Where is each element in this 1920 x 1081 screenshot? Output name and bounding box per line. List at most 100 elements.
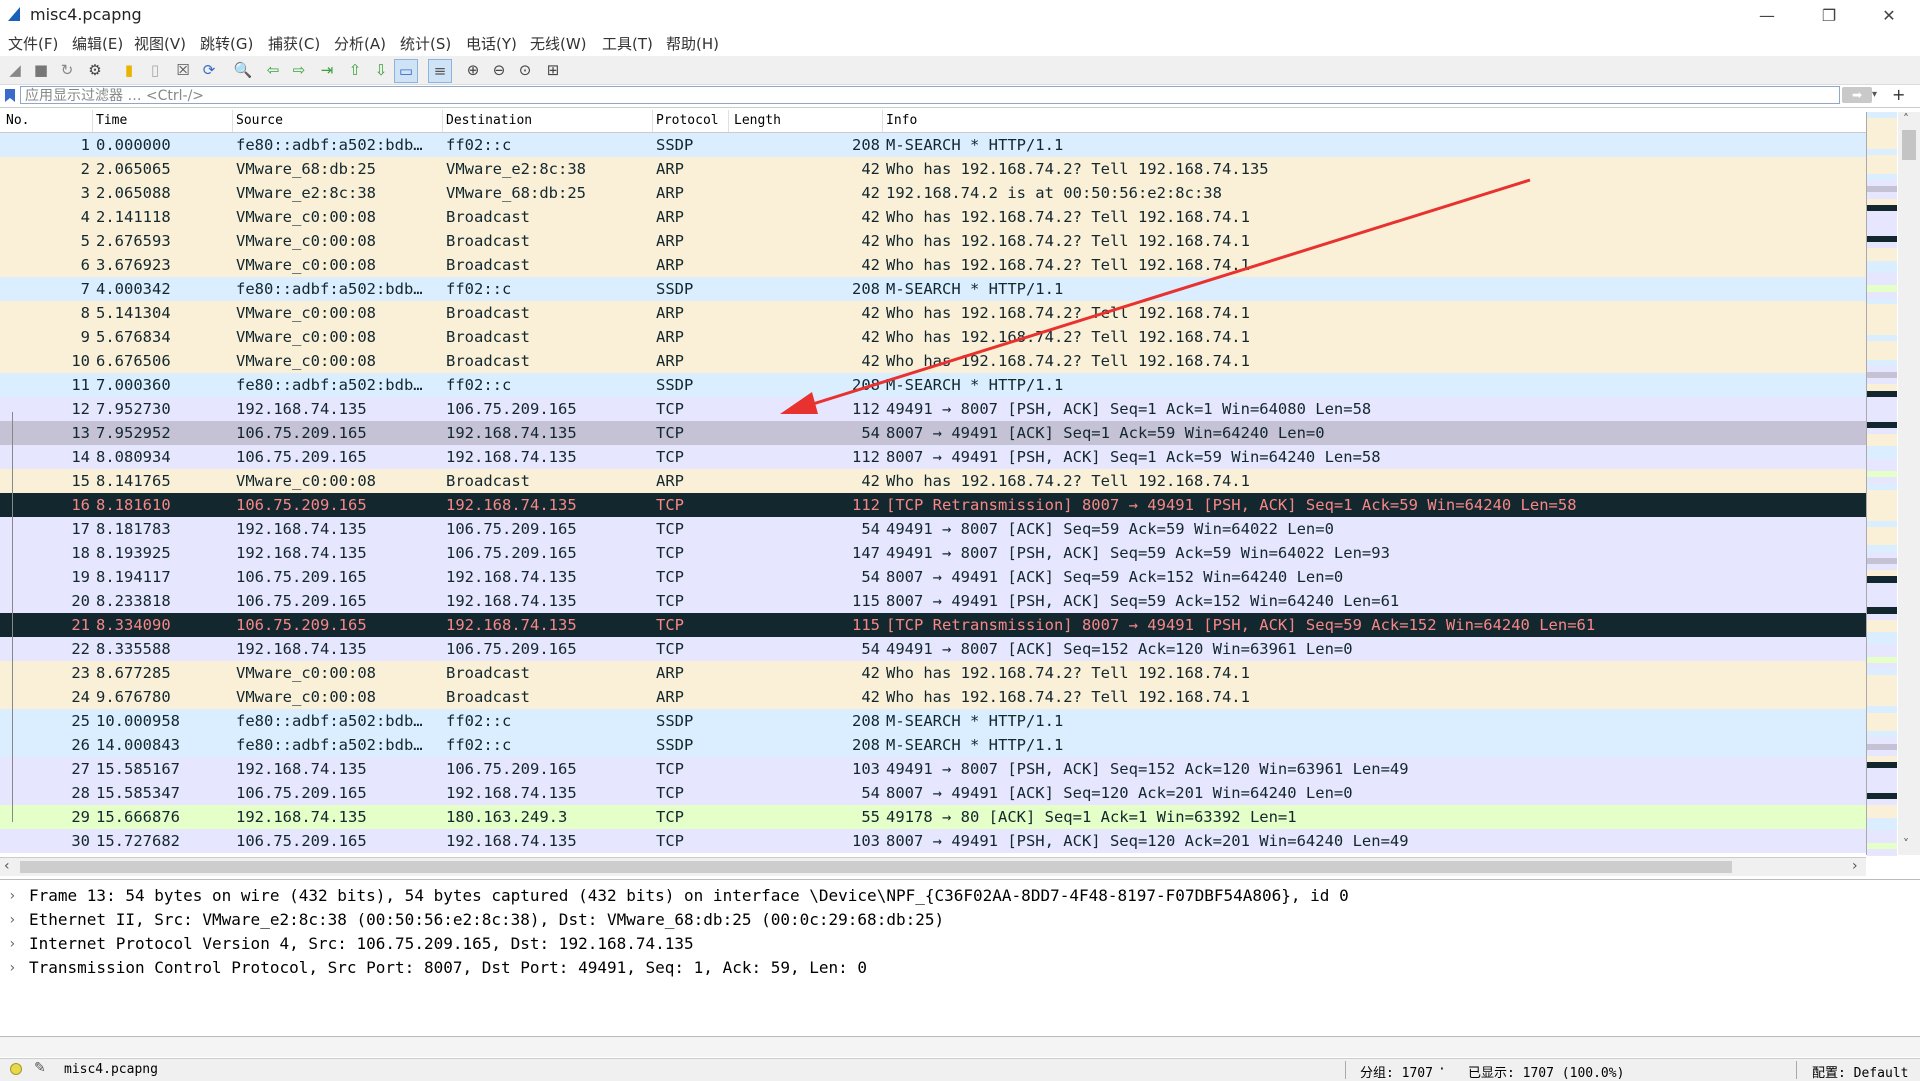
- close-file-icon[interactable]: ☒: [172, 59, 194, 81]
- add-filter-button[interactable]: +: [1892, 85, 1912, 105]
- capture-options-icon[interactable]: ⚙: [84, 59, 106, 81]
- packet-row[interactable]: 18 8.193925 192.168.74.135 106.75.209.165 TC…: [0, 541, 1866, 565]
- go-to-packet-icon[interactable]: ⇥: [316, 59, 338, 81]
- menu-item-10[interactable]: 帮助(H): [666, 33, 719, 54]
- scroll-left-icon[interactable]: ‹: [4, 858, 10, 874]
- find-packet-icon[interactable]: 🔍: [232, 59, 254, 81]
- menu-item-0[interactable]: 文件(F): [8, 33, 58, 54]
- packet-row[interactable]: 1 0.000000 fe80::adbf:a502:bdb… ff02::c SSDP…: [0, 133, 1866, 157]
- packet-row[interactable]: 19 8.194117 106.75.209.165 192.168.74.135 TC…: [0, 565, 1866, 589]
- detail-tree-item[interactable]: › Frame 13: 54 bytes on wire (432 bits), …: [0, 884, 1920, 908]
- bookmark-icon[interactable]: [4, 88, 16, 103]
- column-header-destination[interactable]: Destination: [446, 113, 532, 131]
- packet-row[interactable]: 9 5.676834 VMware_c0:00:08 Broadcast ARP 42 Wh…: [0, 325, 1866, 349]
- menu-item-6[interactable]: 统计(S): [400, 33, 451, 54]
- packet-row[interactable]: 29 15.666876 192.168.74.135 180.163.249.3 TC…: [0, 805, 1866, 829]
- hscroll-thumb[interactable]: [20, 861, 1732, 873]
- packet-row[interactable]: 28 15.585347 106.75.209.165 192.168.74.135 T…: [0, 781, 1866, 805]
- go-back-icon[interactable]: ⇦: [262, 59, 284, 81]
- menu-item-4[interactable]: 捕获(C): [268, 33, 320, 54]
- packet-row[interactable]: 21 8.334090 106.75.209.165 192.168.74.135 TC…: [0, 613, 1866, 637]
- expert-info-icon[interactable]: [10, 1063, 22, 1075]
- column-header-length[interactable]: Length: [734, 113, 781, 131]
- packet-row[interactable]: 22 8.335588 192.168.74.135 106.75.209.165 TC…: [0, 637, 1866, 661]
- status-profile[interactable]: 配置: Default: [1812, 1062, 1908, 1081]
- detail-tree-item[interactable]: › Ethernet II, Src: VMware_e2:8c:38 (00:5…: [0, 908, 1920, 932]
- reload-file-icon[interactable]: ⟳: [198, 59, 220, 81]
- packet-row[interactable]: 8 5.141304 VMware_c0:00:08 Broadcast ARP 42 Wh…: [0, 301, 1866, 325]
- column-separator[interactable]: [728, 110, 729, 132]
- packet-minimap[interactable]: [1866, 112, 1897, 856]
- column-separator[interactable]: [442, 110, 443, 132]
- column-separator[interactable]: [232, 110, 233, 132]
- packet-row[interactable]: 10 6.676506 VMware_c0:00:08 Broadcast ARP 42 W…: [0, 349, 1866, 373]
- chevron-right-icon[interactable]: ›: [8, 932, 16, 956]
- start-capture-icon[interactable]: ◢: [4, 59, 26, 81]
- chevron-right-icon[interactable]: ›: [8, 884, 16, 908]
- packet-row[interactable]: 20 8.233818 106.75.209.165 192.168.74.135 TC…: [0, 589, 1866, 613]
- packet-row[interactable]: 25 10.000958 fe80::adbf:a502:bdb… ff02::c SS…: [0, 709, 1866, 733]
- packet-row[interactable]: 12 7.952730 192.168.74.135 106.75.209.165 TC…: [0, 397, 1866, 421]
- menu-item-2[interactable]: 视图(V): [134, 33, 186, 54]
- close-window-button[interactable]: ✕: [1866, 0, 1912, 30]
- packet-row[interactable]: 15 8.141765 VMware_c0:00:08 Broadcast ARP 42 W…: [0, 469, 1866, 493]
- detail-tree-item[interactable]: › Internet Protocol Version 4, Src: 106.7…: [0, 932, 1920, 956]
- column-header-no[interactable]: No.: [6, 113, 29, 131]
- go-forward-icon[interactable]: ⇨: [288, 59, 310, 81]
- menu-item-9[interactable]: 工具(T): [602, 33, 653, 54]
- zoom-out-icon[interactable]: ⊖: [488, 59, 510, 81]
- edit-comment-icon[interactable]: ✎: [34, 1060, 46, 1076]
- colorize-icon[interactable]: ≡: [428, 59, 452, 83]
- chevron-right-icon[interactable]: ›: [8, 956, 16, 980]
- scroll-up-icon[interactable]: ˄: [1903, 112, 1909, 126]
- packet-row[interactable]: 23 8.677285 VMware_c0:00:08 Broadcast ARP 42 W…: [0, 661, 1866, 685]
- zoom-in-icon[interactable]: ⊕: [462, 59, 484, 81]
- column-header-source[interactable]: Source: [236, 113, 283, 131]
- packet-row[interactable]: 14 8.080934 106.75.209.165 192.168.74.135 TC…: [0, 445, 1866, 469]
- packet-row[interactable]: 11 7.000360 fe80::adbf:a502:bdb… ff02::c SSD…: [0, 373, 1866, 397]
- packet-row[interactable]: 2 2.065065 VMware_68:db:25 VMware_e2:8c:38 A…: [0, 157, 1866, 181]
- restart-capture-icon[interactable]: ↻: [56, 59, 78, 81]
- column-separator[interactable]: [652, 110, 653, 132]
- packet-row[interactable]: 30 15.727682 106.75.209.165 192.168.74.135 T…: [0, 829, 1866, 853]
- resize-columns-icon[interactable]: ⊞: [542, 59, 564, 81]
- stop-capture-icon[interactable]: ■: [30, 59, 52, 81]
- packet-row[interactable]: 16 8.181610 106.75.209.165 192.168.74.135 TC…: [0, 493, 1866, 517]
- auto-scroll-icon[interactable]: ▭: [394, 59, 418, 83]
- column-header-info[interactable]: Info: [886, 113, 917, 131]
- menu-item-7[interactable]: 电话(Y): [466, 33, 517, 54]
- column-separator[interactable]: [92, 110, 93, 132]
- packet-row[interactable]: 17 8.181783 192.168.74.135 106.75.209.165 TC…: [0, 517, 1866, 541]
- packet-row[interactable]: 26 14.000843 fe80::adbf:a502:bdb… ff02::c SS…: [0, 733, 1866, 757]
- column-header-time[interactable]: Time: [96, 113, 127, 131]
- detail-tree-item[interactable]: › Transmission Control Protocol, Src Port…: [0, 956, 1920, 980]
- apply-filter-button[interactable]: ➡: [1842, 87, 1872, 103]
- scroll-right-icon[interactable]: ›: [1852, 858, 1858, 874]
- chevron-right-icon[interactable]: ›: [8, 908, 16, 932]
- scroll-down-icon[interactable]: ˅: [1903, 837, 1909, 851]
- packet-row[interactable]: 4 2.141118 VMware_c0:00:08 Broadcast ARP 42 Wh…: [0, 205, 1866, 229]
- restore-button[interactable]: ❐: [1806, 0, 1852, 30]
- packet-row[interactable]: 13 7.952952 106.75.209.165 192.168.74.135 TC…: [0, 421, 1866, 445]
- menu-item-8[interactable]: 无线(W): [530, 33, 587, 54]
- packet-row[interactable]: 24 9.676780 VMware_c0:00:08 Broadcast ARP 42 W…: [0, 685, 1866, 709]
- column-separator[interactable]: [882, 110, 883, 132]
- packet-row[interactable]: 6 3.676923 VMware_c0:00:08 Broadcast ARP 42 Wh…: [0, 253, 1866, 277]
- column-header-protocol[interactable]: Protocol: [656, 113, 719, 131]
- go-first-icon[interactable]: ⇧: [344, 59, 366, 81]
- go-last-icon[interactable]: ⇩: [370, 59, 392, 81]
- horizontal-scrollbar[interactable]: ‹ ›: [0, 857, 1866, 876]
- filter-history-dropdown[interactable]: ▾: [1872, 87, 1886, 103]
- zoom-normal-icon[interactable]: ⊙: [514, 59, 536, 81]
- minimize-button[interactable]: —: [1744, 0, 1790, 30]
- save-file-icon[interactable]: ▯: [144, 59, 166, 81]
- display-filter-input[interactable]: 应用显示过滤器 … <Ctrl-/>: [20, 86, 1840, 104]
- scroll-thumb[interactable]: [1902, 130, 1916, 160]
- packet-row[interactable]: 27 15.585167 192.168.74.135 106.75.209.165 T…: [0, 757, 1866, 781]
- menu-item-5[interactable]: 分析(A): [334, 33, 386, 54]
- packet-row[interactable]: 3 2.065088 VMware_e2:8c:38 VMware_68:db:25 A…: [0, 181, 1866, 205]
- packet-row[interactable]: 5 2.676593 VMware_c0:00:08 Broadcast ARP 42 Wh…: [0, 229, 1866, 253]
- packet-row[interactable]: 7 4.000342 fe80::adbf:a502:bdb… ff02::c SSDP…: [0, 277, 1866, 301]
- menu-item-1[interactable]: 编辑(E): [72, 33, 123, 54]
- menu-item-3[interactable]: 跳转(G): [200, 33, 253, 54]
